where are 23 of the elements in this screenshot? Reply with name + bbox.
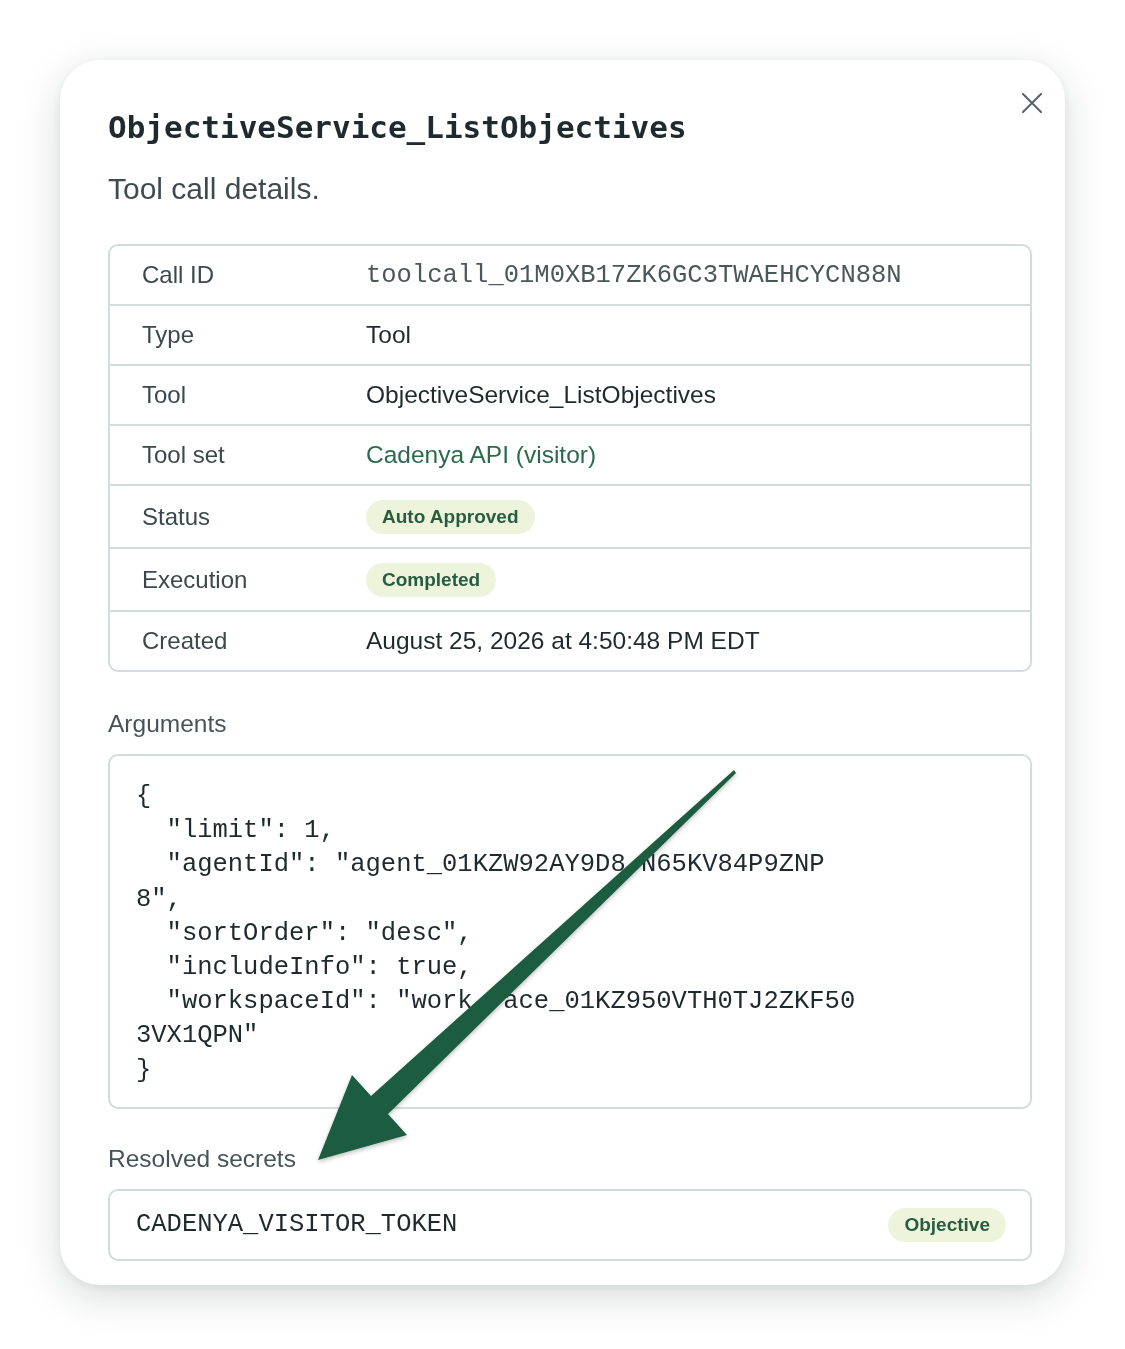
field-value: Tool [366, 321, 412, 349]
field-label: Call ID [142, 261, 215, 289]
field-label: Created [142, 627, 229, 655]
field-value: ObjectiveService_ListObjectives [366, 381, 717, 409]
field-label: Status [142, 502, 212, 531]
secret-name: CADENYA_VISITOR_TOKEN [136, 1210, 458, 1240]
toolset-link[interactable]: Cadenya API (visitor) [366, 441, 597, 469]
status-badge: Auto Approved [366, 499, 535, 534]
section-heading: Resolved secrets [108, 1144, 297, 1173]
scope-badge: Objective [888, 1207, 1006, 1242]
code-block: { "limit": 1, "agentId": "agent_01KZW92AY9D8 N65KV84P9ZNP 8", "sortOrder": "desc", "includeInfo": true, "workspaceId": "work ace_01KZ950VTH0TJ2ZKF50 3VX1QPN" } [108, 754, 1032, 1109]
close-button[interactable] [1022, 93, 1042, 113]
section-heading: Arguments [108, 710, 228, 738]
dialog-title: ObjectiveService_ListObjectives [108, 109, 687, 145]
field-label: Type [142, 321, 196, 349]
field-label: Tool [142, 381, 188, 409]
close-icon [1022, 93, 1042, 113]
field-label: Execution [142, 565, 249, 594]
status-badge: Completed [366, 562, 497, 597]
field-value: August 25, 2026 at 4:50:48 PM EDT [366, 627, 761, 655]
field-label: Tool set [142, 441, 226, 469]
call-id-value: toolcall_01M0XB17ZK6GC3TWAEHCYCN88N [366, 260, 903, 290]
dialog-subtitle: Tool call details. [108, 172, 321, 206]
